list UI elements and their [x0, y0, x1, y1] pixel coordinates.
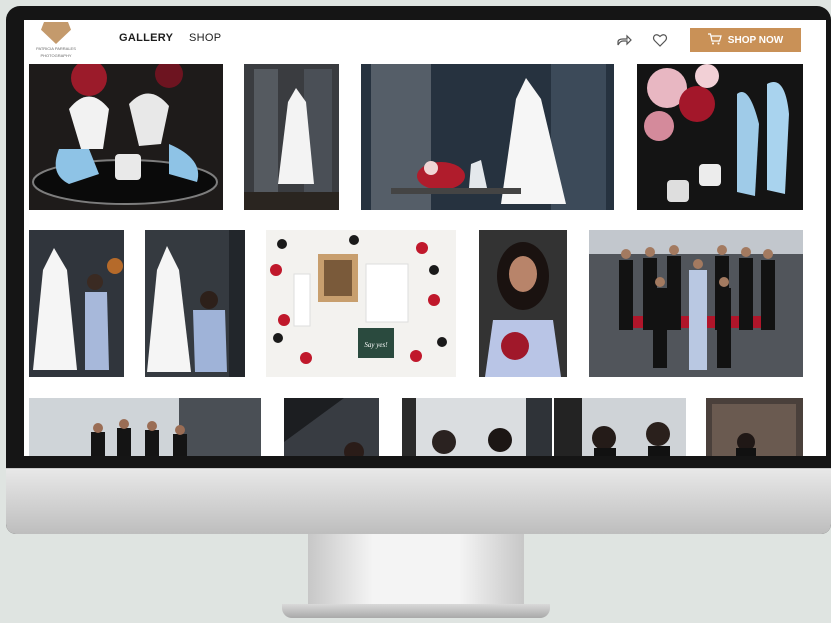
- photo-dress-hanging-window[interactable]: [244, 64, 339, 210]
- diamond-logo-icon: [41, 22, 71, 44]
- monitor: PATRICIA PARRALES PHOTOGRAPHY GALLERY SH…: [6, 6, 831, 534]
- monitor-stand-base: [282, 604, 550, 618]
- photo-flatlay-invitation[interactable]: Say yes!: [266, 230, 456, 377]
- monitor-chin: [6, 468, 831, 534]
- logo-subtext: PHOTOGRAPHY: [40, 53, 72, 58]
- share-icon[interactable]: [616, 32, 632, 48]
- shop-now-label: SHOP NOW: [727, 34, 784, 46]
- photo-group-skyline[interactable]: [29, 398, 261, 456]
- photo-dress-and-flowers[interactable]: [361, 64, 614, 210]
- heart-icon[interactable]: [652, 32, 668, 48]
- photo-window-detail[interactable]: [284, 398, 379, 456]
- photo-bridal-party-rooftop[interactable]: [589, 230, 803, 377]
- monitor-stand-neck: [308, 534, 524, 606]
- photo-shoes-on-mirror[interactable]: [29, 64, 223, 210]
- brand-logo[interactable]: PATRICIA PARRALES PHOTOGRAPHY: [30, 22, 82, 58]
- say-yes-card-text: Say yes!: [364, 341, 388, 349]
- nav-gallery-link[interactable]: GALLERY: [119, 32, 173, 44]
- photo-women-by-window[interactable]: [402, 398, 552, 456]
- photo-blue-shoes-roses[interactable]: [637, 64, 803, 210]
- nav-shop-link[interactable]: SHOP: [189, 32, 221, 44]
- photo-bride-portrait[interactable]: [479, 230, 567, 377]
- photo-mirror-room[interactable]: [706, 398, 803, 456]
- logo-text: PATRICIA PARRALES: [36, 46, 76, 51]
- website-screen: PATRICIA PARRALES PHOTOGRAPHY GALLERY SH…: [24, 20, 826, 456]
- photo-woman-touching-dress[interactable]: [29, 230, 124, 377]
- photo-woman-with-dress[interactable]: [145, 230, 245, 377]
- photo-women-portrait[interactable]: [554, 398, 686, 456]
- top-navigation: PATRICIA PARRALES PHOTOGRAPHY GALLERY SH…: [24, 20, 826, 60]
- cart-icon: [707, 32, 722, 48]
- shop-now-button[interactable]: SHOP NOW: [690, 28, 801, 52]
